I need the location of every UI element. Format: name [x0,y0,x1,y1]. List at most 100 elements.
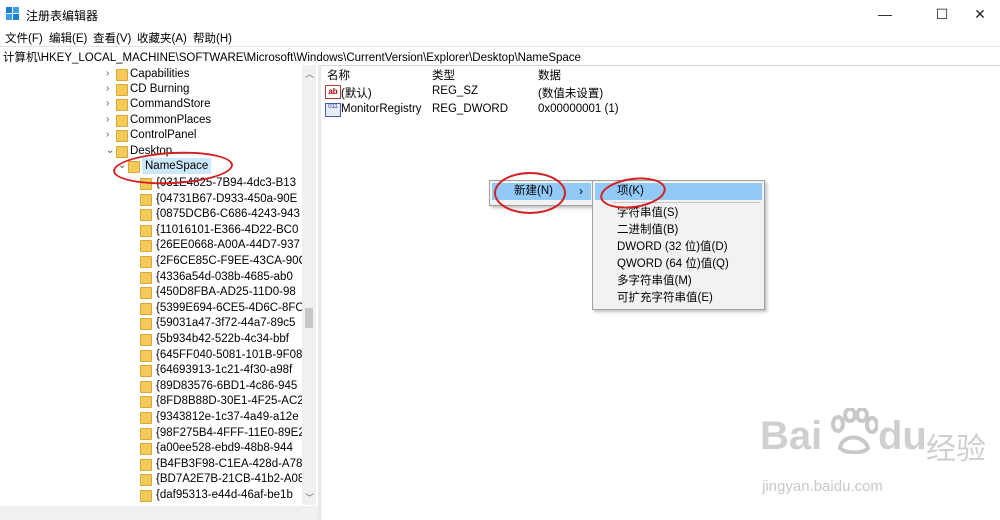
folder-icon [140,490,152,502]
tree-node-label: {5b934b42-522b-4c34-bbf [156,333,290,345]
submenu-item-key[interactable]: 项(K) [595,183,762,200]
watermark-url: jingyan.baidu.com [762,478,883,495]
menu-item-new[interactable]: 新建(N) › [492,183,591,200]
folder-icon [116,146,128,158]
submenu-item-label: 二进制值(B) [617,224,679,236]
submenu-item-label: 字符串值(S) [617,207,679,219]
tree-node-label: {9343812e-1c37-4a49-a12e [156,411,299,423]
value-type: REG_SZ [432,85,479,97]
watermark-cn: 经验 [926,433,986,466]
submenu-item-string[interactable]: 字符串值(S) [595,205,762,222]
column-data[interactable]: 数据 [538,67,561,83]
key-tree[interactable]: › Capabilities › CD Burning › CommandSto… [0,65,318,520]
scroll-up-icon[interactable]: ︿ [305,67,314,80]
submenu-arrow-icon: › [579,184,583,198]
tree-node-label: {645FF040-5081-101B-9F08 [156,348,303,361]
tree-node-label: {B4FB3F98-C1EA-428d-A78 [156,457,303,470]
tree-node-label: {26EE0668-A00A-44D7-937 [156,239,300,252]
value-row[interactable]: 011 MonitorRegistry REG_DWORD 0x00000001… [321,101,1000,119]
watermark-brand-2: du [878,414,927,458]
expand-icon[interactable]: › [106,112,116,128]
menu-file[interactable]: 文件(F) [5,30,43,46]
window-title: 注册表编辑器 [26,9,99,23]
collapse-icon[interactable]: ⌄ [106,143,116,159]
minimize-icon: — [878,6,892,22]
folder-icon [140,193,152,206]
folder-icon [140,302,152,315]
menu-help[interactable]: 帮助(H) [193,30,232,46]
submenu-item-label: DWORD (32 位)值(D) [617,241,728,253]
folder-icon [116,69,128,81]
baidu-paw-icon [831,408,878,454]
folder-icon [140,474,152,487]
tree-node-label: CommandStore [130,98,211,110]
folder-icon [116,99,128,111]
expand-icon[interactable]: › [106,127,116,143]
folder-icon [140,349,152,362]
value-data: (数值未设置) [538,88,604,100]
expand-icon[interactable]: › [106,96,116,112]
menu-bar: 文件(F) 编辑(E) 查看(V) 收藏夹(A) 帮助(H) [0,28,1000,46]
tree-node-label: {a00ee528-ebd9-48b8-944 [156,442,293,455]
address-path[interactable]: 计算机\HKEY_LOCAL_MACHINE\SOFTWARE\Microsof… [3,49,581,65]
submenu-item-multi-string[interactable]: 多字符串值(M) [595,273,762,290]
scroll-down-icon[interactable]: ﹀ [305,491,314,504]
folder-icon [116,130,128,142]
folder-icon [140,412,152,424]
folder-icon [140,427,152,440]
tree-node-label: {59031a47-3f72-44a7-89c5 [156,317,296,330]
submenu-item-qword[interactable]: QWORD (64 位)值(Q) [595,256,762,273]
tree-node-label: {8FD8B88D-30E1-4F25-AC2 [156,395,304,408]
value-list-header: 名称 类型 数据 [321,65,1000,83]
tree-node-label: {BD7A2E7B-21CB-41b2-A08 [156,473,305,486]
menu-favorites[interactable]: 收藏夹(A) [137,30,187,46]
folder-icon [140,178,152,190]
menu-view[interactable]: 查看(V) [93,30,131,46]
folder-icon [128,161,140,173]
folder-icon [140,224,152,237]
tree-node-label: {450D8FBA-AD25-11D0-98 [156,286,296,299]
expand-icon[interactable]: › [106,66,116,82]
folder-icon [140,458,152,471]
expand-icon[interactable]: › [106,81,116,97]
maximize-button[interactable]: ☐ [919,0,965,28]
folder-icon [140,443,152,456]
column-name[interactable]: 名称 [327,67,350,83]
tree-node-label-selected: NameSpace [142,158,212,174]
binary-value-icon: 011 [325,103,341,117]
tree-horizontal-scrollbar[interactable] [0,506,318,520]
value-name: (默认) [341,88,372,100]
value-row[interactable]: ab (默认) REG_SZ (数值未设置) [321,83,1000,101]
tree-node-label: ControlPanel [130,129,197,141]
submenu-item-label: QWORD (64 位)值(Q) [617,258,729,270]
tree-node-label: {031E4825-7B94-4dc3-B13 [156,177,297,189]
tree-vertical-scrollbar[interactable]: ︿ ﹀ [302,65,316,505]
submenu-item-binary[interactable]: 二进制值(B) [595,222,762,239]
pane-splitter[interactable] [318,65,321,520]
value-data: 0x00000001 (1) [538,103,619,115]
folder-icon [140,209,152,222]
close-button[interactable]: ✕ [960,0,1000,28]
folder-icon [140,256,152,268]
tree-node-label: {11016101-E366-4D22-BC0 [156,223,299,236]
submenu-item-expandable-string[interactable]: 可扩充字符串值(E) [595,290,762,307]
scroll-thumb[interactable] [305,308,313,328]
folder-icon [140,318,152,331]
submenu-item-label: 项(K) [617,185,644,197]
menu-edit[interactable]: 编辑(E) [49,30,87,46]
column-type[interactable]: 类型 [432,67,455,83]
tree-node-label: {4336a54d-038b-4685-ab0 [156,270,293,283]
folder-icon [116,84,128,96]
address-bar[interactable]: 计算机\HKEY_LOCAL_MACHINE\SOFTWARE\Microsof… [0,46,1000,66]
folder-icon [140,287,152,300]
submenu-item-dword[interactable]: DWORD (32 位)值(D) [595,239,762,256]
folder-icon [116,115,128,127]
value-name: MonitorRegistry [341,103,422,115]
minimize-button[interactable]: — [862,0,908,28]
folder-icon [140,240,152,253]
tree-node-label: {5399E694-6CE5-4D6C-8FC [156,301,304,314]
folder-icon [140,334,152,346]
collapse-icon[interactable]: ⌄ [118,158,128,174]
value-type: REG_DWORD [432,103,509,115]
tree-node-label: {89D83576-6BD1-4c86-945 [156,379,298,392]
